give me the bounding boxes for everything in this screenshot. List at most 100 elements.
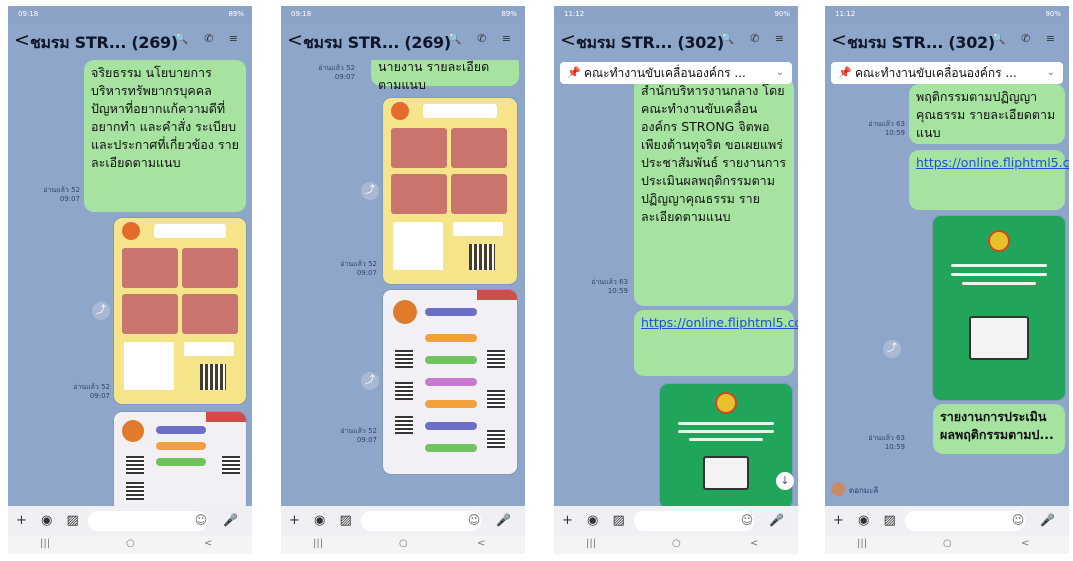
poster-title-block [153,224,227,238]
read-count: อ่านแล้ว 63 [868,434,905,442]
home-icon[interactable]: ○ [672,538,681,549]
recent-apps-icon[interactable]: ||| [586,538,596,549]
seal-logo [988,230,1010,252]
chat-title[interactable]: ชมรม STR... (302) [847,31,995,56]
poster-photo [391,128,447,168]
message-input[interactable] [88,511,208,531]
nav-back-icon[interactable]: < [204,538,212,549]
message-time: 10:59 [607,287,628,295]
poster-decoration [477,290,517,300]
back-icon[interactable]: < [14,29,30,51]
poster-image[interactable] [383,290,517,474]
qr-code [200,364,226,390]
poster-photo [182,294,238,334]
message-list[interactable]: สำนักบริหารงานกลาง โดยคณะทำงานขับเคลื่อน… [554,60,798,506]
chat-title[interactable]: ชมรม STR... (269) [30,31,178,56]
attach-icons[interactable]: + ◉ ▨ [16,513,84,528]
chevron-down-icon[interactable]: ⌄ [1047,62,1055,84]
status-bar: 11:12 90% [825,6,1069,23]
emoji-mic-icon[interactable]: ☺ 🎤 [468,513,517,527]
chat-title[interactable]: ชมรม STR... (269) [303,31,451,56]
link-bubble[interactable]: https://online.fliphtml5.com/lfcrv/ulxm/ [909,150,1069,210]
home-icon[interactable]: ○ [943,538,952,549]
phone-screenshot-1: 09:18 89% < ชมรม STR... (269) 🔍 ✆ ≡ จริย… [8,6,252,554]
attach-icons[interactable]: + ◉ ▨ [833,513,901,528]
poster-row [425,378,477,386]
input-bar: + ◉ ▨ ☺ 🎤 [281,506,525,536]
message-time: 09:07 [356,436,377,444]
poster-text-block [393,222,443,270]
recent-apps-icon[interactable]: ||| [313,538,323,549]
system-nav-bar: ||| ○ < [281,536,525,554]
read-count: อ่านแล้ว 52 [73,383,110,391]
qr-code [395,350,413,368]
message-input[interactable] [634,511,754,531]
share-icon[interactable]: ⤴ [361,182,379,200]
emoji-mic-icon[interactable]: ☺ 🎤 [195,513,244,527]
nav-back-icon[interactable]: < [477,538,485,549]
attach-icons[interactable]: + ◉ ▨ [562,513,630,528]
qr-code [126,456,144,474]
message-input[interactable] [905,511,1025,531]
caption-bubble[interactable]: รายงานการประเมินผลพฤติกรรมตามป... [933,404,1065,454]
status-time: 11:12 [835,10,856,18]
header-actions-icon[interactable]: 🔍 ✆ ≡ [992,32,1061,45]
cover-title-line [951,264,1047,267]
message-bubble[interactable]: พฤติกรรมตามปฏิญญาคุณธรรม รายละเอียดตามแน… [909,84,1065,144]
message-bubble[interactable]: สำนักบริหารงานกลาง โดยคณะทำงานขับเคลื่อน… [634,78,794,306]
back-icon[interactable]: < [560,29,576,51]
message-list[interactable]: นายงาน รายละเอียด ตามแนบ อ่านแล้ว 52 09:… [281,60,525,506]
qr-code [487,390,505,408]
nav-back-icon[interactable]: < [1021,538,1029,549]
home-icon[interactable]: ○ [126,538,135,549]
read-count: อ่านแล้ว 52 [318,64,355,72]
message-list[interactable]: พฤติกรรมตามปฏิญญาคุณธรรม รายละเอียดตามแน… [825,60,1069,506]
chevron-down-icon[interactable]: ⌄ [776,62,784,84]
qr-code [126,482,144,500]
input-bar: + ◉ ▨ ☺ 🎤 [8,506,252,536]
speaker-photo [393,300,417,324]
qr-code [469,244,495,270]
status-battery: 89% [501,10,517,18]
poster-image[interactable] [383,98,517,284]
message-bubble[interactable]: จริยธรรม นโยบายการบริหารทรัพยากรบุคคล ปั… [84,60,246,212]
scroll-down-icon[interactable]: ↓ [776,472,794,490]
avatar[interactable] [831,482,845,496]
report-cover-image[interactable] [660,384,792,506]
emoji-mic-icon[interactable]: ☺ 🎤 [1012,513,1061,527]
read-receipt: อ่านแล้ว 52 09:07 [331,427,377,445]
poster-title-block [423,104,497,118]
chat-title[interactable]: ชมรม STR... (302) [576,31,724,56]
report-cover-image[interactable] [933,216,1065,400]
poster-text-block [124,342,174,390]
back-icon[interactable]: < [287,29,303,51]
status-battery: 90% [774,10,790,18]
read-receipt: อ่านแล้ว 52 09:07 [42,186,80,204]
share-icon[interactable]: ⤴ [361,372,379,390]
pinned-announcement[interactable]: 📌 คณะทำงานขับเคลื่อนองค์กร ... ⌄ [560,62,792,84]
header-actions-icon[interactable]: 🔍 ✆ ≡ [448,32,517,45]
message-input[interactable] [361,511,481,531]
recent-apps-icon[interactable]: ||| [40,538,50,549]
recent-apps-icon[interactable]: ||| [857,538,867,549]
attach-icons[interactable]: + ◉ ▨ [289,513,357,528]
home-icon[interactable]: ○ [399,538,408,549]
poster-image[interactable] [114,412,246,506]
message-bubble[interactable]: นายงาน รายละเอียด ตามแนบ [371,60,519,92]
emoji-mic-icon[interactable]: ☺ 🎤 [741,513,790,527]
message-list[interactable]: จริยธรรม นโยบายการบริหารทรัพยากรบุคคล ปั… [8,60,252,506]
poster-image[interactable] [114,218,246,404]
share-icon[interactable]: ⤴ [92,302,110,320]
poster-row [425,422,477,430]
pinned-announcement[interactable]: 📌 คณะทำงานขับเคลื่อนองค์กร ... ⌄ [831,62,1063,84]
share-icon[interactable]: ⤴ [883,340,901,358]
header-actions-icon[interactable]: 🔍 ✆ ≡ [175,32,244,45]
back-icon[interactable]: < [831,29,847,51]
nav-back-icon[interactable]: < [750,538,758,549]
read-count: อ่านแล้ว 63 [591,278,628,286]
link-bubble[interactable]: https://online.fliphtml5.com/lfcrv/ulxm/ [634,310,798,376]
poster-row [425,400,477,408]
system-nav-bar: ||| ○ < [8,536,252,554]
header-actions-icon[interactable]: 🔍 ✆ ≡ [721,32,790,45]
poster-photo [122,248,178,288]
